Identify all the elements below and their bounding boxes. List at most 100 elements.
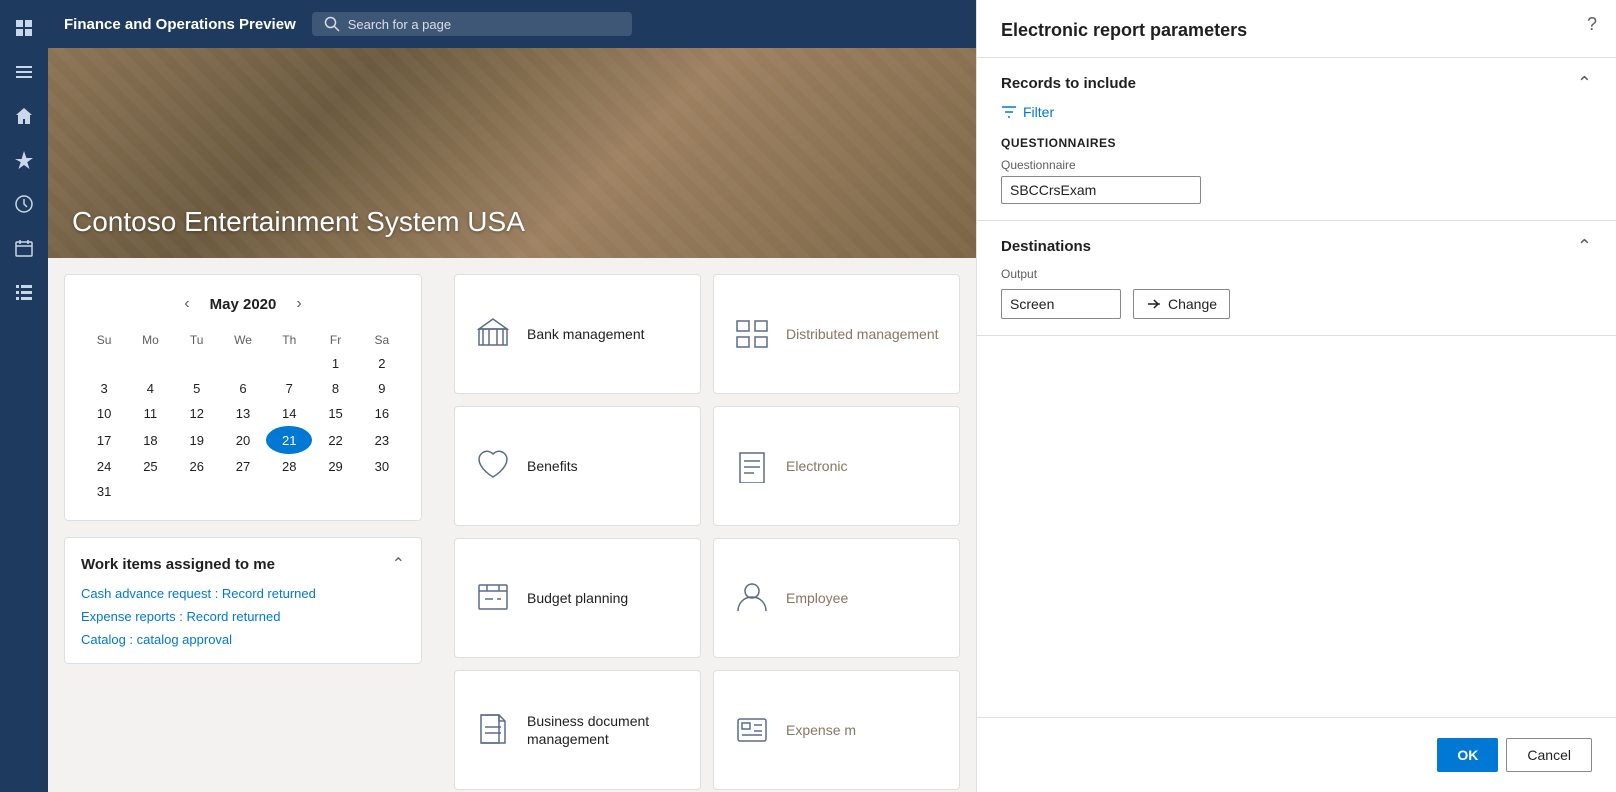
destinations-section-toggle[interactable]: ⌃	[1577, 237, 1592, 255]
calendar-grid: SuMoTuWeThFrSa 1234567891011121314151617…	[81, 329, 405, 504]
work-item-link[interactable]: Expense reports : Record returned	[81, 609, 405, 624]
output-row: Screen Change	[1001, 289, 1592, 319]
ok-button[interactable]: OK	[1437, 738, 1498, 772]
tile-item[interactable]: Business document management	[454, 670, 701, 790]
work-items-title: Work items assigned to me	[81, 556, 275, 573]
tile-label: Employee	[786, 589, 848, 607]
dashboard-body: ‹ May 2020 › SuMoTuWeThFrSa 123456789101…	[48, 258, 976, 792]
records-section-toggle[interactable]: ⌃	[1577, 74, 1592, 92]
work-item-link[interactable]: Catalog : catalog approval	[81, 632, 405, 647]
calendar-day[interactable]: 10	[81, 401, 127, 426]
tile-icon-bank	[475, 315, 511, 354]
calendar-day[interactable]: 29	[312, 454, 358, 479]
change-button[interactable]: Change	[1133, 289, 1230, 319]
calendar-day[interactable]: 18	[127, 426, 173, 454]
search-placeholder: Search for a page	[348, 17, 451, 32]
calendar-day-header: Fr	[312, 329, 358, 351]
calendar-day[interactable]: 14	[266, 401, 312, 426]
tile-item[interactable]: Employee	[713, 538, 960, 658]
panel-header: Electronic report parameters	[977, 0, 1616, 58]
tile-icon-document	[475, 711, 511, 750]
nav-grid-icon[interactable]	[4, 8, 44, 48]
panel-footer: OK Cancel	[977, 717, 1616, 792]
change-icon	[1146, 296, 1162, 312]
output-value: Screen	[1001, 289, 1121, 319]
app-title: Finance and Operations Preview	[64, 16, 296, 33]
calendar-day[interactable]: 16	[359, 401, 405, 426]
content-area: Contoso Entertainment System USA ‹ May 2…	[48, 48, 976, 792]
tiles-area: Bank management Distributed management Ben…	[438, 258, 976, 792]
tile-label: Business document management	[527, 712, 680, 748]
tile-item[interactable]: Budget planning	[454, 538, 701, 658]
tile-item[interactable]: Expense m	[713, 670, 960, 790]
nav-calendar-icon[interactable]	[4, 228, 44, 268]
main-area: Finance and Operations Preview Search fo…	[48, 0, 976, 792]
calendar-day-header: Sa	[359, 329, 405, 351]
calendar-prev-btn[interactable]: ‹	[180, 291, 193, 317]
calendar-day[interactable]: 21	[266, 426, 312, 454]
calendar-day[interactable]: 23	[359, 426, 405, 454]
output-label: Output	[1001, 267, 1592, 281]
tile-icon-benefits	[475, 447, 511, 486]
records-section: Records to include ⌃ Filter QUESTIONNAIR…	[977, 58, 1616, 221]
calendar-day[interactable]: 26	[174, 454, 220, 479]
calendar-day[interactable]: 28	[266, 454, 312, 479]
calendar-day[interactable]: 30	[359, 454, 405, 479]
calendar-day-header: Th	[266, 329, 312, 351]
calendar-next-btn[interactable]: ›	[292, 291, 305, 317]
calendar-day[interactable]: 12	[174, 401, 220, 426]
calendar-day[interactable]: 17	[81, 426, 127, 454]
tile-label: Electronic	[786, 457, 847, 475]
calendar-day[interactable]: 7	[266, 376, 312, 401]
calendar-day[interactable]: 9	[359, 376, 405, 401]
tile-item[interactable]: Electronic	[713, 406, 960, 526]
tile-icon-expense	[734, 711, 770, 750]
tile-label: Distributed management	[786, 325, 939, 343]
calendar-day[interactable]: 3	[81, 376, 127, 401]
work-item-link[interactable]: Cash advance request : Record returned	[81, 586, 405, 601]
calendar-day[interactable]: 5	[174, 376, 220, 401]
tile-item[interactable]: Bank management	[454, 274, 701, 394]
tile-item[interactable]: Benefits	[454, 406, 701, 526]
nav-clock-icon[interactable]	[4, 184, 44, 224]
calendar-day[interactable]: 22	[312, 426, 358, 454]
calendar-day[interactable]: 19	[174, 426, 220, 454]
calendar-month-year: May 2020	[210, 296, 277, 313]
cancel-button[interactable]: Cancel	[1506, 738, 1592, 772]
calendar-day[interactable]: 4	[127, 376, 173, 401]
tile-label: Budget planning	[527, 589, 628, 607]
help-icon[interactable]: ?	[1576, 8, 1608, 40]
calendar-day[interactable]: 24	[81, 454, 127, 479]
nav-list-icon[interactable]	[4, 272, 44, 312]
questionnaire-field-label: Questionnaire	[1001, 158, 1592, 172]
nav-star-icon[interactable]	[4, 140, 44, 180]
work-items-collapse-btn[interactable]: ⌃	[392, 554, 405, 574]
banner: Contoso Entertainment System USA	[48, 48, 976, 258]
records-section-title: Records to include	[1001, 75, 1136, 92]
nav-home-icon[interactable]	[4, 96, 44, 136]
tile-item[interactable]: Distributed management	[713, 274, 960, 394]
questionnaire-input[interactable]	[1001, 176, 1201, 204]
calendar-day[interactable]: 15	[312, 401, 358, 426]
tile-label: Bank management	[527, 325, 645, 343]
nav-hamburger-icon[interactable]	[4, 52, 44, 92]
calendar-day[interactable]: 31	[81, 479, 127, 504]
tile-icon-electronic	[734, 447, 770, 486]
calendar-day[interactable]: 25	[127, 454, 173, 479]
destinations-section: Destinations ⌃ Output Screen Change	[977, 221, 1616, 336]
filter-icon	[1001, 104, 1017, 120]
tile-label: Expense m	[786, 721, 856, 739]
calendar-day[interactable]: 1	[312, 351, 358, 376]
tile-icon-employee	[734, 579, 770, 618]
filter-button[interactable]: Filter	[1001, 104, 1054, 120]
calendar-day[interactable]: 6	[220, 376, 266, 401]
search-box[interactable]: Search for a page	[312, 12, 632, 36]
calendar-day[interactable]: 13	[220, 401, 266, 426]
calendar-day[interactable]: 20	[220, 426, 266, 454]
calendar-day[interactable]: 8	[312, 376, 358, 401]
calendar-day[interactable]: 27	[220, 454, 266, 479]
calendar-day[interactable]: 11	[127, 401, 173, 426]
calendar-header: ‹ May 2020 ›	[81, 291, 405, 317]
questionnaires-label: QUESTIONNAIRES	[1001, 136, 1592, 150]
calendar-day[interactable]: 2	[359, 351, 405, 376]
